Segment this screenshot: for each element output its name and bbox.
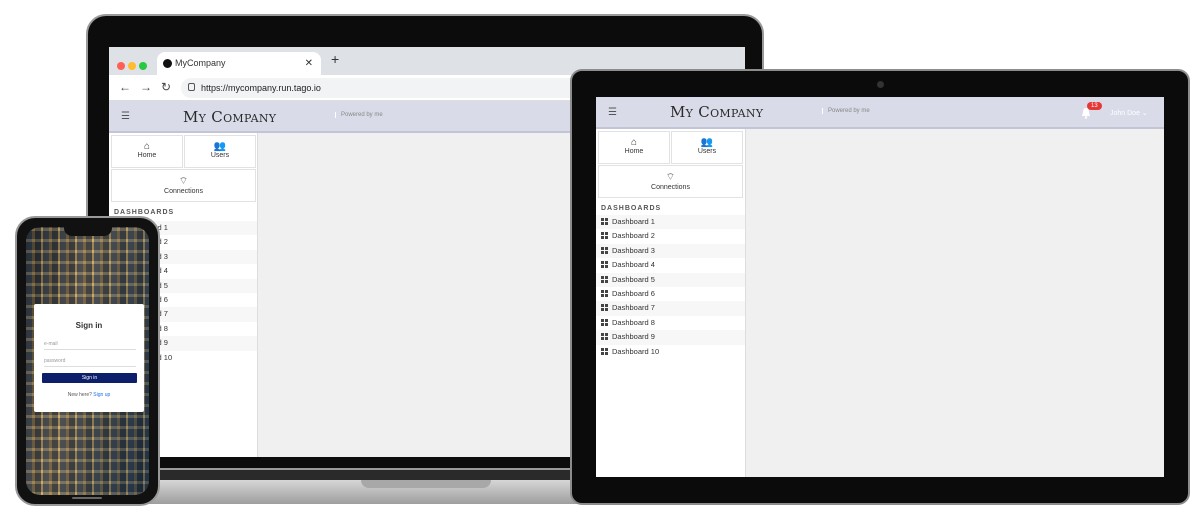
nav-users-label: Users: [697, 148, 717, 155]
signup-link[interactable]: Sign up: [93, 392, 110, 398]
maximize-window-button[interactable]: [139, 62, 147, 70]
tab-title: MyCompany: [175, 58, 226, 68]
nav-home-button[interactable]: ⌂ Home: [111, 135, 183, 168]
grid-icon: [601, 347, 608, 355]
dashboard-item[interactable]: Dashboard 2: [596, 229, 745, 243]
url-text: https://mycompany.run.tago.io: [201, 83, 321, 93]
dashboard-item[interactable]: Dashboard 9: [596, 330, 745, 345]
nav-connections-label: Connections: [651, 184, 690, 191]
device-mockup-stage: MyCompany ✕ + ← → ↻ https://mycompany.ru…: [0, 0, 1200, 515]
grid-icon: [601, 218, 608, 225]
grid-icon: [601, 304, 608, 312]
home-icon: ⌂: [630, 137, 638, 148]
minimize-window-button[interactable]: [128, 62, 136, 70]
reload-icon[interactable]: ↻: [161, 80, 171, 94]
grid-icon: [601, 232, 608, 240]
wifi-icon: ⌔: [665, 172, 676, 183]
tablet-device: ☰ My Company Powered by me 13 John Doe ⌄…: [570, 69, 1190, 505]
brand-logo: My Company: [183, 108, 277, 126]
lock-icon: [188, 83, 195, 91]
dashboard-item[interactable]: Dashboard 7: [596, 301, 745, 316]
dashboard-item[interactable]: Dashboard 5: [596, 272, 745, 287]
window-controls: [117, 57, 150, 75]
user-name: John Doe: [1110, 110, 1140, 117]
camera-icon: [877, 81, 884, 88]
dashboard-item[interactable]: Dashboard 4: [596, 258, 745, 272]
powered-by-text: Powered by me: [822, 108, 870, 114]
users-icon: 👥: [213, 141, 227, 152]
dashboard-item[interactable]: Dashboard 1: [596, 215, 745, 230]
grid-icon: [601, 261, 608, 269]
password-field[interactable]: password: [44, 355, 136, 367]
new-tab-icon[interactable]: +: [331, 51, 339, 67]
user-menu[interactable]: John Doe ⌄: [1110, 109, 1148, 117]
new-here-text: New here?: [67, 392, 92, 398]
nav-users-button[interactable]: 👥 Users: [184, 135, 256, 168]
dashboard-list: Dashboard 1 Dashboard 2 Dashboard 3 Dash…: [596, 215, 745, 359]
hamburger-icon[interactable]: ☰: [608, 107, 617, 118]
laptop-notch: [361, 480, 491, 488]
home-icon: ⌂: [143, 141, 151, 152]
notification-badge: 13: [1087, 102, 1102, 110]
nav-users-button[interactable]: 👥 Users: [671, 131, 743, 164]
grid-icon: [601, 246, 608, 254]
nav-home-button[interactable]: ⌂ Home: [598, 131, 670, 164]
powered-by-text: Powered by me: [335, 112, 383, 118]
signin-button[interactable]: Sign in: [42, 373, 137, 383]
close-tab-icon[interactable]: ✕: [305, 52, 313, 75]
chevron-down-icon: ⌄: [1141, 110, 1148, 117]
dashboards-heading: DASHBOARDS: [114, 209, 175, 216]
phone-device: Sign in e-mail password Sign in New here…: [15, 216, 160, 506]
close-window-button[interactable]: [117, 62, 125, 70]
nav-connections-button[interactable]: ⌔ Connections: [598, 165, 743, 198]
wifi-icon: ⌔: [178, 176, 189, 187]
nav-home-label: Home: [137, 152, 157, 159]
app-header: ☰ My Company Powered by me 13 John Doe ⌄: [596, 97, 1164, 129]
nav-users-label: Users: [210, 152, 230, 159]
signup-prompt: New here? Sign up: [34, 392, 144, 398]
back-icon[interactable]: ←: [119, 80, 131, 94]
home-indicator: [72, 497, 102, 499]
tablet-screen: ☰ My Company Powered by me 13 John Doe ⌄…: [596, 97, 1164, 477]
dashboard-item[interactable]: Dashboard 8: [596, 316, 745, 330]
sidebar: ⌂ Home 👥 Users ⌔ Connections DASHBOARDS …: [596, 129, 746, 477]
nav-connections-button[interactable]: ⌔ Connections: [111, 169, 256, 202]
nav-connections-label: Connections: [164, 188, 203, 195]
nav-home-label: Home: [624, 148, 644, 155]
grid-icon: [601, 318, 608, 326]
grid-icon: [601, 289, 608, 297]
dashboards-heading: DASHBOARDS: [601, 205, 662, 212]
hamburger-icon[interactable]: ☰: [121, 111, 130, 122]
brand-logo: My Company: [670, 103, 764, 121]
phone-notch: [64, 227, 112, 236]
signin-card: Sign in e-mail password Sign in New here…: [34, 304, 144, 412]
signin-title: Sign in: [75, 321, 103, 330]
grid-icon: [601, 275, 608, 283]
browser-tab[interactable]: MyCompany ✕: [157, 52, 321, 75]
forward-icon[interactable]: →: [140, 80, 152, 94]
users-icon: 👥: [700, 137, 714, 148]
favicon-icon: [163, 59, 172, 68]
address-bar[interactable]: https://mycompany.run.tago.io: [181, 78, 621, 98]
dashboard-item[interactable]: Dashboard 10: [596, 345, 745, 359]
dashboard-item[interactable]: Dashboard 6: [596, 287, 745, 301]
grid-icon: [601, 333, 608, 341]
email-field[interactable]: e-mail: [44, 338, 136, 350]
dashboard-item[interactable]: Dashboard 3: [596, 243, 745, 259]
